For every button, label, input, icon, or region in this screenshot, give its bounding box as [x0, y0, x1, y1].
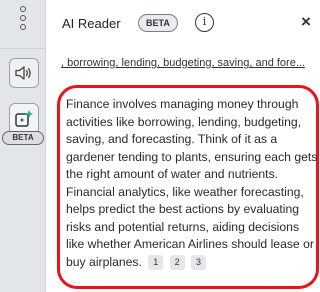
close-button[interactable]: × — [296, 12, 316, 32]
info-icon[interactable]: i — [195, 13, 214, 32]
summary-text: Finance involves managing money through … — [66, 97, 318, 269]
topics-link[interactable]: , borrowing, lending, budgeting, saving,… — [61, 57, 315, 69]
citation-2[interactable]: 2 — [169, 254, 185, 270]
panel-title: AI Reader — [62, 16, 121, 31]
panel-header: AI Reader BETA i × — [46, 0, 320, 48]
rail-divider — [0, 48, 46, 49]
beta-badge: BETA — [138, 14, 178, 32]
summary-paragraph: Finance involves managing money through … — [66, 96, 320, 271]
rail-beta-badge: BETA — [2, 131, 44, 145]
citation-1[interactable]: 1 — [148, 254, 164, 270]
speaker-icon — [15, 66, 31, 80]
drag-handle-icon[interactable] — [17, 6, 29, 40]
ai-sparkle-icon — [15, 110, 33, 127]
left-tool-rail: BETA — [0, 0, 46, 292]
citation-3[interactable]: 3 — [191, 254, 207, 270]
read-aloud-button[interactable] — [9, 58, 39, 88]
